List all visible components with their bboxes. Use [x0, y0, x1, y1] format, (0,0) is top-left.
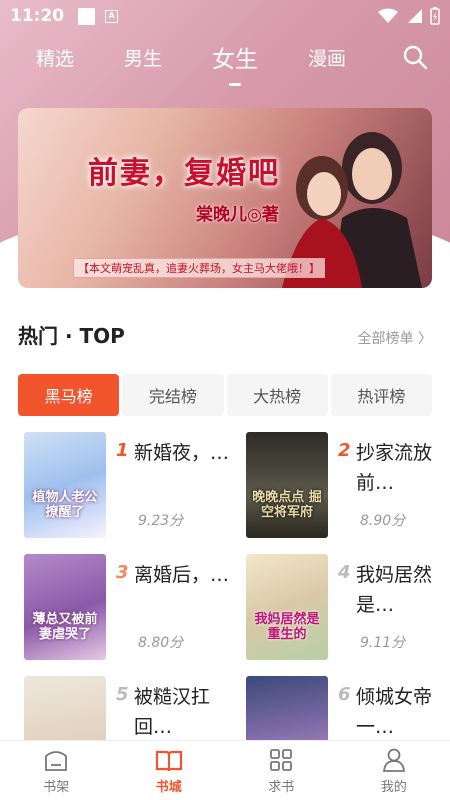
nav-label: 我的 — [380, 780, 407, 795]
book-cover: 植物人老公撩醒了 — [24, 432, 106, 538]
book-info: 3 离婚后，… 8.80分 — [116, 554, 231, 664]
nav-label: 书架 — [43, 780, 70, 795]
bookshelf-icon — [45, 751, 68, 771]
book-item[interactable]: 晚晚点点 掘空将军府 2 抄家流放前… 8.90分 — [246, 432, 450, 542]
rank-number: 5 — [116, 684, 129, 705]
rank-number: 1 — [116, 440, 129, 461]
book-score: 8.90分 — [360, 513, 406, 529]
book-score: 9.11分 — [360, 635, 406, 651]
signal-icon — [408, 9, 422, 23]
tab-dark-horse[interactable]: 黑马榜 — [18, 374, 120, 416]
book-item[interactable]: 5 被糙汉扛回… — [24, 676, 234, 740]
book-title: 新婚夜，… — [134, 442, 230, 464]
promo-banner[interactable]: 前妻，复婚吧 棠晚儿◎著 【本文萌宠乱真，追妻火葬场，女主马大佬哦！】 — [18, 108, 432, 288]
tab-completed[interactable]: 完结榜 — [122, 374, 224, 416]
notification-a-icon: A — [105, 9, 119, 23]
hot-section-header: 热门 · TOP 全部榜单 〉 — [18, 320, 432, 349]
book-title: 倾城女帝一… — [356, 686, 433, 738]
book-score: 9.23分 — [138, 513, 184, 529]
nav-bookstore[interactable]: 书城 — [113, 741, 226, 800]
book-score: 8.80分 — [138, 635, 184, 651]
rank-number: 6 — [338, 684, 351, 705]
section-title: 热门 · TOP — [18, 324, 125, 348]
all-rankings-link[interactable]: 全部榜单 〉 — [358, 328, 432, 348]
nav-label: 书城 — [155, 780, 182, 795]
grid-icon — [270, 749, 293, 771]
tab-female[interactable]: 女生 — [212, 40, 258, 74]
book-item[interactable]: 6 倾城女帝一… — [246, 676, 450, 740]
book-cover: 薄总又被前妻虐哭了 — [24, 554, 106, 660]
tab-top-rated[interactable]: 热评榜 — [330, 374, 432, 416]
person-icon — [382, 748, 405, 772]
open-book-icon — [155, 750, 182, 772]
book-item[interactable]: 植物人老公撩醒了 1 新婚夜，… 9.23分 — [24, 432, 234, 542]
cover-title: 薄总又被前妻虐哭了 — [32, 612, 98, 642]
book-info: 4 我妈居然是… 9.11分 — [338, 554, 450, 664]
banner-author: 棠晚儿◎著 — [196, 205, 279, 225]
book-title: 离婚后，… — [134, 564, 230, 586]
nav-bookshelf[interactable]: 书架 — [0, 741, 113, 800]
book-info: 6 倾城女帝一… — [338, 676, 450, 740]
book-ranking-list: 植物人老公撩醒了 1 新婚夜，… 9.23分 晚晚点点 掘空将军府 2 抄家流放… — [0, 430, 450, 740]
battery-icon — [430, 7, 440, 25]
search-icon[interactable] — [402, 44, 428, 70]
notification-square-icon — [78, 7, 96, 25]
tab-comics[interactable]: 漫画 — [308, 44, 346, 71]
category-nav: 精选 男生 女生 漫画 — [0, 32, 450, 82]
cover-title: 我妈居然是重生的 — [254, 612, 320, 642]
status-bar: 11:20 A — [0, 0, 450, 32]
tab-male[interactable]: 男生 — [124, 44, 162, 71]
book-title: 我妈居然是… — [356, 564, 433, 616]
nav-request-book[interactable]: 求书 — [225, 741, 338, 800]
book-info: 1 新婚夜，… 9.23分 — [116, 432, 231, 542]
book-cover: 我妈居然是重生的 — [246, 554, 328, 660]
rank-number: 4 — [338, 562, 351, 583]
book-cover — [246, 676, 328, 740]
ranking-tabs: 黑马榜 完结榜 大热榜 热评榜 — [18, 374, 432, 416]
rank-number: 2 — [338, 440, 351, 461]
nav-profile[interactable]: 我的 — [338, 741, 450, 800]
book-title: 抄家流放前… — [356, 442, 433, 494]
cover-title: 植物人老公撩醒了 — [32, 490, 98, 520]
wifi-icon — [378, 8, 398, 23]
book-title: 被糙汉扛回… — [134, 686, 211, 738]
book-cover: 晚晚点点 掘空将军府 — [246, 432, 328, 538]
cover-title: 晚晚点点 掘空将军府 — [252, 490, 322, 520]
book-info: 2 抄家流放前… 8.90分 — [338, 432, 450, 542]
book-item[interactable]: 我妈居然是重生的 4 我妈居然是… 9.11分 — [246, 554, 450, 664]
banner-tagline: 【本文萌宠乱真，追妻火葬场，女主马大佬哦！】 — [73, 258, 325, 278]
nav-label: 求书 — [268, 780, 295, 795]
banner-title: 前妻，复婚吧 — [88, 156, 280, 191]
book-info: 5 被糙汉扛回… — [116, 676, 231, 740]
tab-featured[interactable]: 精选 — [36, 44, 74, 71]
book-item[interactable]: 薄总又被前妻虐哭了 3 离婚后，… 8.80分 — [24, 554, 234, 664]
book-cover — [24, 676, 106, 740]
tab-popular[interactable]: 大热榜 — [226, 374, 328, 416]
bottom-nav: 书架 书城 求书 我的 — [0, 740, 450, 800]
rank-number: 3 — [116, 562, 129, 583]
status-time: 11:20 — [10, 6, 65, 26]
